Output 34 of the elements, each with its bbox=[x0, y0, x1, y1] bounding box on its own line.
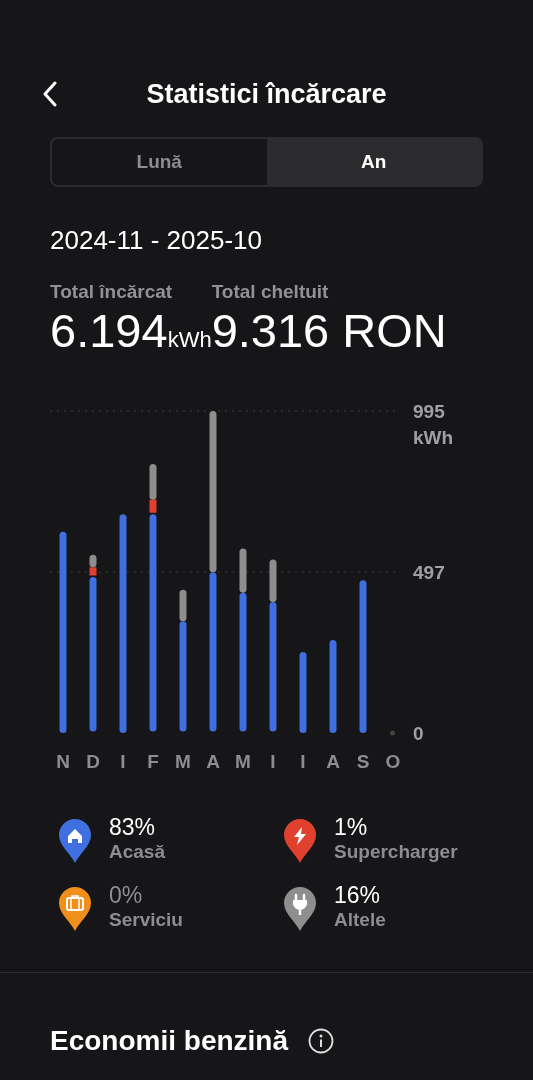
section-title: Economii benzină bbox=[50, 1025, 289, 1057]
month-label: I bbox=[270, 751, 276, 772]
info-icon[interactable] bbox=[308, 1028, 335, 1054]
percent-value: 83% bbox=[109, 814, 157, 841]
month-label: A bbox=[206, 751, 220, 772]
legend-label: Altele bbox=[334, 909, 386, 931]
month-label: D bbox=[86, 751, 100, 772]
total-label: Total cheltuit bbox=[211, 281, 330, 303]
month-label: F bbox=[147, 751, 159, 772]
date-range: 2024-11 - 2025-10 bbox=[50, 225, 263, 256]
month-label: A bbox=[326, 751, 340, 772]
zero-dot bbox=[390, 730, 395, 736]
axis-unit-label: kWh bbox=[413, 427, 454, 448]
axis-tick-label: 0 bbox=[413, 723, 424, 744]
month-label: O bbox=[385, 751, 401, 772]
screen-title: Statistici încărcare bbox=[146, 78, 387, 110]
total-label: Total încărcat bbox=[50, 281, 174, 303]
period-tab[interactable]: Lună bbox=[52, 139, 267, 185]
axis-tick-label: 497 bbox=[413, 562, 445, 584]
percent-value: 1% bbox=[334, 814, 369, 841]
month-label: M bbox=[235, 751, 251, 772]
total-value: 9.316 RON bbox=[211, 303, 447, 358]
month-label: I bbox=[120, 751, 126, 772]
month-label: I bbox=[300, 751, 306, 772]
total-value: 6.194kWh bbox=[50, 303, 212, 358]
legend-label: Acasă bbox=[109, 841, 165, 863]
legend-label: Supercharger bbox=[334, 841, 458, 863]
legend-label: Serviciu bbox=[109, 909, 183, 931]
month-label: M bbox=[175, 751, 191, 772]
percent-value: 0% bbox=[109, 882, 144, 909]
month-label: N bbox=[56, 751, 70, 772]
month-label: S bbox=[356, 751, 370, 772]
percent-value: 16% bbox=[334, 882, 382, 909]
axis-tick-label: 995 bbox=[413, 401, 445, 422]
